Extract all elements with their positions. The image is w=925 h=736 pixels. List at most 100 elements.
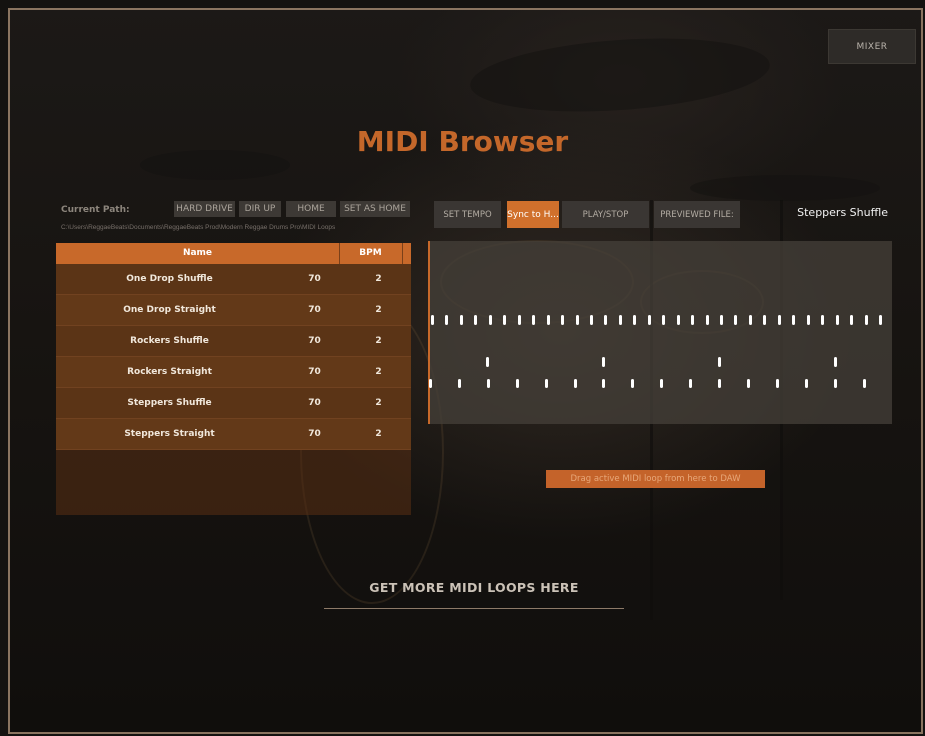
playhead[interactable]	[428, 241, 430, 424]
midi-note	[474, 315, 478, 325]
dir-up-button[interactable]: DIR UP	[239, 201, 281, 217]
row-name: One Drop Straight	[123, 305, 216, 315]
midi-note	[691, 315, 695, 325]
row-bars: 2	[375, 367, 382, 377]
table-row[interactable]: Rockers Straight 70 2	[56, 357, 411, 388]
link-underline	[324, 608, 624, 609]
column-header-bpm[interactable]: BPM	[339, 243, 402, 264]
row-name: Rockers Shuffle	[130, 336, 209, 346]
midi-note	[618, 315, 622, 325]
midi-note	[575, 315, 579, 325]
midi-note	[734, 315, 738, 325]
midi-note	[445, 315, 449, 325]
midi-note	[763, 315, 767, 325]
midi-note	[561, 315, 565, 325]
table-row[interactable]: One Drop Straight 70 2	[56, 295, 411, 326]
midi-note	[633, 315, 637, 325]
midi-piano-roll[interactable]	[428, 241, 892, 424]
row-bars: 2	[375, 429, 382, 439]
table-row[interactable]: Steppers Shuffle 70 2	[56, 388, 411, 419]
current-path-text: C:\Users\ReggaeBeats\Documents\ReggaeBea…	[61, 224, 336, 231]
row-bpm: 70	[308, 336, 321, 346]
midi-note	[503, 315, 507, 325]
midi-note	[806, 315, 810, 325]
midi-note	[602, 357, 605, 367]
midi-note	[862, 379, 866, 388]
table-header: Name BPM	[56, 243, 411, 264]
row-bars: 2	[375, 274, 382, 284]
column-header-name[interactable]: Name	[56, 243, 339, 264]
midi-note	[792, 315, 796, 325]
midi-note	[804, 379, 808, 388]
midi-note	[835, 315, 839, 325]
midi-file-table: Name BPM One Drop Shuffle 70 2 One Drop …	[56, 243, 411, 515]
midi-note	[689, 379, 693, 388]
hard-drive-button[interactable]: HARD DRIVE	[174, 201, 235, 217]
midi-note	[850, 315, 854, 325]
midi-note	[488, 315, 492, 325]
midi-note	[589, 315, 593, 325]
row-name: Steppers Shuffle	[127, 398, 212, 408]
previewed-file-label: PREVIEWED FILE:	[654, 201, 740, 228]
midi-note	[748, 315, 752, 325]
set-as-home-button[interactable]: SET AS HOME	[340, 201, 410, 217]
table-row[interactable]: Rockers Shuffle 70 2	[56, 326, 411, 357]
midi-note	[517, 315, 521, 325]
play-stop-button[interactable]: PLAY/STOP	[562, 201, 649, 228]
sync-to-host-button[interactable]: Sync to H...	[507, 201, 559, 228]
midi-note	[777, 315, 781, 325]
midi-note	[676, 315, 680, 325]
midi-note	[573, 379, 577, 388]
row-name: Steppers Straight	[124, 429, 215, 439]
midi-note	[459, 315, 463, 325]
get-more-loops-link[interactable]: GET MORE MIDI LOOPS HERE	[324, 580, 624, 595]
midi-note	[486, 379, 490, 388]
row-bars: 2	[375, 336, 382, 346]
home-button[interactable]: HOME	[286, 201, 336, 217]
row-bars: 2	[375, 398, 382, 408]
midi-note	[833, 379, 837, 388]
midi-note	[486, 357, 489, 367]
midi-note	[662, 315, 666, 325]
midi-note	[660, 379, 664, 388]
midi-note	[647, 315, 651, 325]
midi-note	[821, 315, 825, 325]
set-tempo-button[interactable]: SET TEMPO	[434, 201, 501, 228]
midi-note	[718, 357, 721, 367]
drag-midi-to-daw-button[interactable]: Drag active MIDI loop from here to DAW	[546, 470, 765, 488]
midi-note	[431, 315, 434, 325]
midi-note	[631, 379, 635, 388]
table-row[interactable]: Steppers Straight 70 2	[56, 419, 411, 450]
row-bpm: 70	[308, 398, 321, 408]
midi-note	[457, 379, 461, 388]
midi-note	[544, 379, 548, 388]
midi-note	[515, 379, 519, 388]
column-divider	[402, 243, 403, 264]
midi-note	[775, 379, 779, 388]
midi-note	[604, 315, 608, 325]
row-bpm: 70	[308, 367, 321, 377]
row-bpm: 70	[308, 274, 321, 284]
midi-browser-window: MIXER MIDI Browser Current Path: HARD DR…	[0, 0, 925, 736]
midi-note	[705, 315, 709, 325]
midi-note	[864, 315, 868, 325]
row-bars: 2	[375, 305, 382, 315]
row-bpm: 70	[308, 305, 321, 315]
previewed-file-name: Steppers Shuffle	[797, 206, 888, 219]
table-row[interactable]: One Drop Shuffle 70 2	[56, 264, 411, 295]
midi-note	[429, 379, 432, 388]
current-path-label: Current Path:	[61, 205, 130, 215]
midi-note	[718, 379, 721, 388]
midi-note	[546, 315, 550, 325]
midi-note	[878, 315, 882, 325]
midi-note	[720, 315, 723, 325]
midi-note	[746, 379, 750, 388]
row-bpm: 70	[308, 429, 321, 439]
row-name: Rockers Straight	[127, 367, 212, 377]
row-name: One Drop Shuffle	[126, 274, 213, 284]
page-title: MIDI Browser	[356, 125, 569, 158]
mixer-button[interactable]: MIXER	[828, 29, 916, 64]
midi-note	[532, 315, 536, 325]
midi-note	[834, 357, 837, 367]
midi-note	[602, 379, 606, 388]
